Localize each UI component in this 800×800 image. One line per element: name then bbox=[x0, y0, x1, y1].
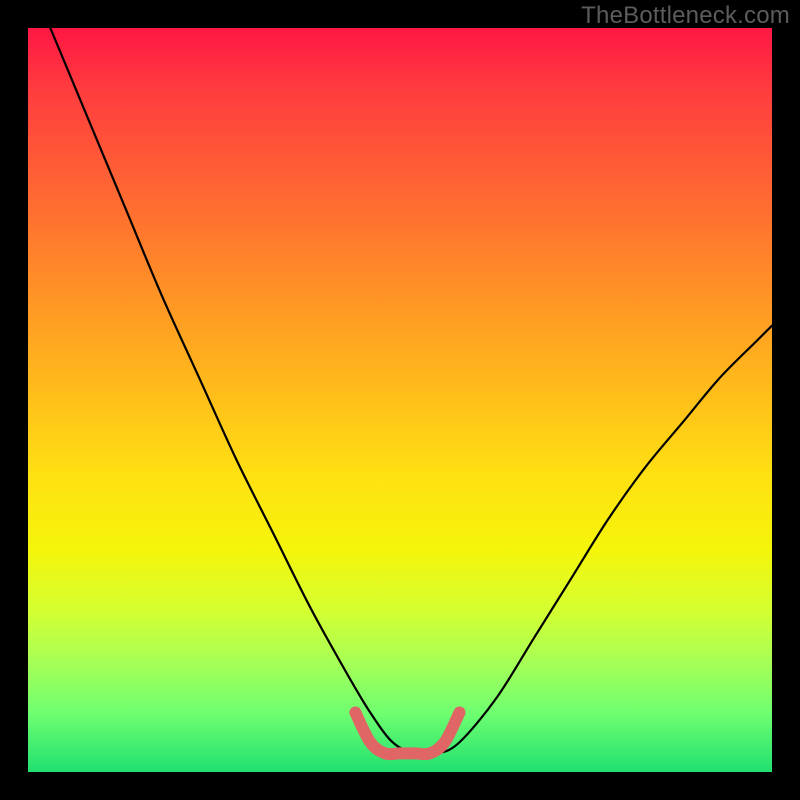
curve-svg bbox=[28, 28, 772, 772]
watermark-text: TheBottleneck.com bbox=[581, 2, 790, 30]
optimal-region-curve bbox=[355, 712, 459, 754]
bottleneck-curve bbox=[50, 28, 772, 755]
chart-frame: TheBottleneck.com bbox=[0, 0, 800, 800]
plot-area bbox=[28, 28, 772, 772]
